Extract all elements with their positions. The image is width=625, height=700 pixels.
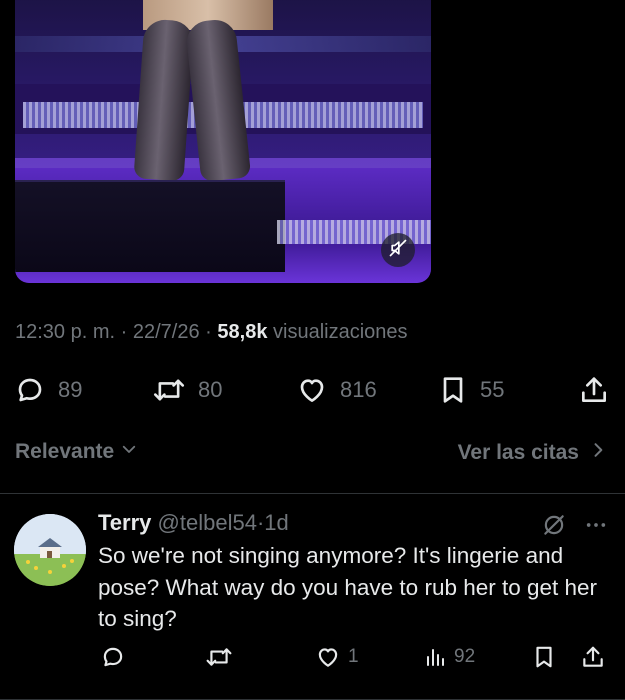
reply-repost-button[interactable] xyxy=(204,642,234,672)
speech-bubble-icon xyxy=(14,374,46,406)
bar-chart-icon xyxy=(424,644,448,670)
like-button[interactable]: 816 xyxy=(296,372,377,408)
speaker-muted-icon xyxy=(388,238,408,263)
repost-arrows-icon xyxy=(204,644,234,670)
more-dots-icon[interactable] xyxy=(585,514,607,541)
bookmark-icon xyxy=(532,644,556,670)
reply-reply-button[interactable] xyxy=(100,642,126,672)
meta-separator: · xyxy=(120,321,128,343)
share-upload-icon xyxy=(580,644,606,670)
reply-author-name[interactable]: Terry xyxy=(98,510,151,535)
tweet-action-bar: 89 80 816 55 xyxy=(0,372,625,408)
view-quotes-link[interactable]: Ver las citas xyxy=(458,440,605,466)
reply-tools xyxy=(541,512,607,543)
chevron-right-icon xyxy=(591,440,605,466)
meta-separator: · xyxy=(205,321,212,343)
reply-author-handle[interactable]: @telbel54 xyxy=(158,510,257,535)
views-label: visualizaciones xyxy=(273,321,408,343)
video-stage-monitor xyxy=(15,180,285,272)
heart-icon xyxy=(296,374,328,406)
tweet-video[interactable] xyxy=(15,0,431,283)
share-button[interactable] xyxy=(578,372,610,408)
video-performer-boot xyxy=(184,17,252,183)
sort-dropdown[interactable]: Relevante xyxy=(15,440,138,464)
grok-slash-icon[interactable] xyxy=(541,512,567,543)
tweet-date[interactable]: 22/7/26 xyxy=(133,321,200,343)
repost-button[interactable]: 80 xyxy=(152,372,222,408)
avatar[interactable] xyxy=(14,514,86,586)
reply-action-bar: 1 92 xyxy=(0,642,625,672)
video-performer-boot xyxy=(133,18,195,182)
repost-arrows-icon xyxy=(152,374,186,406)
reply-header: Terry @telbel54·1d xyxy=(98,510,289,536)
reply-like-count: 1 xyxy=(348,646,359,667)
share-upload-icon xyxy=(578,374,610,406)
chevron-down-icon xyxy=(120,440,138,464)
reply-text: So we're not singing anymore? It's linge… xyxy=(98,543,598,631)
video-performer xyxy=(127,17,267,190)
reply-like-button[interactable]: 1 xyxy=(314,642,359,672)
bookmark-button[interactable]: 55 xyxy=(438,372,504,408)
video-mute-button[interactable] xyxy=(381,233,415,267)
bookmark-icon xyxy=(438,374,468,406)
speech-bubble-icon xyxy=(100,644,126,670)
bookmark-count: 55 xyxy=(480,377,505,402)
reply-count: 89 xyxy=(58,377,83,402)
repost-count: 80 xyxy=(198,377,223,402)
tweet-time[interactable]: 12:30 p. m. xyxy=(15,321,115,343)
views-count: 58,8k xyxy=(217,321,268,343)
reply-views-count: 92 xyxy=(454,646,476,667)
reply-time[interactable]: 1d xyxy=(264,510,288,535)
like-count: 816 xyxy=(340,377,377,402)
heart-icon xyxy=(314,644,342,670)
sort-label: Relevante xyxy=(15,440,115,463)
tweet-meta: 12:30 p. m. · 22/7/26 · 58,8k visualizac… xyxy=(15,321,408,344)
reply-button[interactable]: 89 xyxy=(14,372,82,408)
reply-views-button[interactable]: 92 xyxy=(424,642,475,672)
reply-item[interactable]: Terry @telbel54·1d So we're not singing … xyxy=(0,494,625,700)
reply-bookmark-button[interactable] xyxy=(532,642,556,672)
view-quotes-label: Ver las citas xyxy=(457,441,579,464)
reply-share-button[interactable] xyxy=(580,642,606,672)
replies-sort-row: Relevante Ver las citas xyxy=(15,440,605,470)
